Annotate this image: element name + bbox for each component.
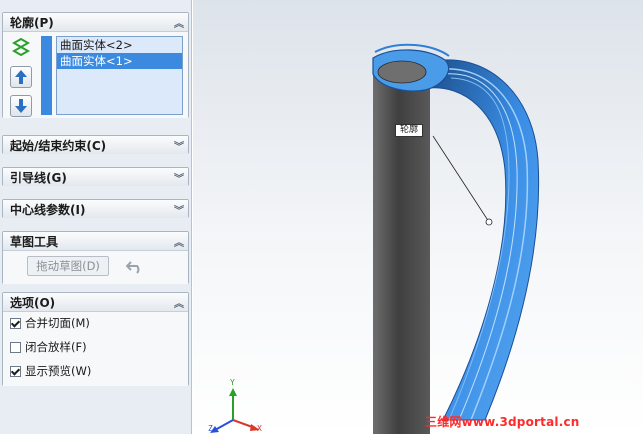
close-loft-option[interactable]: 闭合放样(F): [10, 339, 87, 355]
graphics-viewport[interactable]: 轮廓 Y X Z 三维网www.3dportal.cn: [193, 0, 643, 434]
profile-callout-label[interactable]: 轮廓: [395, 124, 424, 137]
reference-triad: [210, 388, 260, 433]
guide-curves-section[interactable]: 引导线(G) ︾: [2, 167, 189, 186]
watermark-text: 三维网www.3dportal.cn: [425, 415, 580, 429]
guide-curves-title: 引导线(G): [10, 170, 67, 185]
chevron-down-icon[interactable]: ︾: [174, 170, 184, 185]
chevron-down-icon[interactable]: ︾: [174, 138, 184, 153]
guide-curves-header[interactable]: 引导线(G) ︾: [3, 168, 188, 186]
profile-list-item[interactable]: 曲面实体<2>: [57, 37, 182, 53]
profile-section-title: 轮廓(P): [10, 15, 54, 30]
sketch-tools-header[interactable]: 草图工具 ︽: [3, 232, 188, 250]
merge-tangent-faces-option[interactable]: 合并切面(M): [10, 315, 90, 331]
options-section: 选项(O) ︽ 合并切面(M) 闭合放样(F) 显示预览(W): [2, 292, 189, 386]
cylinder-body[interactable]: [372, 60, 431, 434]
profile-section: 轮廓(P) ︽ 曲面实体<2> 曲面实体<1>: [2, 12, 189, 118]
loft-profile-icon: [10, 36, 32, 58]
chevron-down-icon[interactable]: ︾: [174, 202, 184, 217]
undo-icon: [126, 261, 140, 274]
sketch-tools-title: 草图工具: [10, 234, 59, 249]
arrow-up-icon: [15, 70, 27, 84]
sketch-tools-body: 拖动草图(D): [3, 250, 188, 284]
triad-z-label: Z: [208, 424, 213, 433]
chevron-up-icon[interactable]: ︽: [174, 15, 184, 30]
options-title: 选项(O): [10, 295, 56, 310]
chevron-up-icon[interactable]: ︽: [174, 234, 184, 249]
sketch-tools-section: 草图工具 ︽ 拖动草图(D): [2, 231, 189, 284]
triad-y-label: Y: [230, 378, 235, 387]
options-body: 合并切面(M) 闭合放样(F) 显示预览(W): [3, 311, 188, 386]
drag-sketch-button[interactable]: 拖动草图(D): [27, 256, 109, 276]
show-preview-checkbox[interactable]: [10, 365, 21, 377]
show-preview-label: 显示预览(W): [25, 364, 92, 378]
profile-list[interactable]: 曲面实体<2> 曲面实体<1>: [56, 36, 183, 115]
start-end-constraints-header[interactable]: 起始/结束约束(C) ︾: [3, 136, 188, 154]
chevron-up-icon[interactable]: ︽: [174, 295, 184, 310]
callout-leader-line: [432, 135, 490, 223]
model-scene: [210, 43, 540, 434]
centerline-params-header[interactable]: 中心线参数(I) ︾: [3, 200, 188, 218]
profile-section-header[interactable]: 轮廓(P) ︽: [3, 13, 188, 31]
profile-list-item-selected[interactable]: 曲面实体<1>: [57, 53, 182, 69]
move-up-button[interactable]: [10, 66, 32, 88]
profile-section-body: 曲面实体<2> 曲面实体<1>: [3, 31, 188, 118]
start-end-constraints-section[interactable]: 起始/结束约束(C) ︾: [2, 135, 189, 154]
callout-anchor-point[interactable]: [485, 218, 493, 226]
profile-color-strip: [41, 36, 52, 115]
centerline-params-section[interactable]: 中心线参数(I) ︾: [2, 199, 189, 218]
merge-tangent-faces-checkbox[interactable]: [10, 317, 21, 329]
options-header[interactable]: 选项(O) ︽: [3, 293, 188, 311]
close-loft-checkbox[interactable]: [10, 341, 21, 353]
move-down-button[interactable]: [10, 95, 32, 117]
property-manager-panel: 轮廓(P) ︽ 曲面实体<2> 曲面实体<1> 起始/结束约束(C) ︾ 引导线…: [0, 0, 192, 434]
triad-x-label: X: [257, 424, 262, 433]
arrow-down-icon: [15, 99, 27, 113]
show-preview-option[interactable]: 显示预览(W): [10, 363, 91, 379]
undo-drag-button[interactable]: [124, 256, 146, 276]
start-end-constraints-title: 起始/结束约束(C): [10, 138, 107, 153]
merge-tangent-faces-label: 合并切面(M): [25, 316, 90, 330]
centerline-params-title: 中心线参数(I): [10, 202, 86, 217]
close-loft-label: 闭合放样(F): [25, 340, 87, 354]
